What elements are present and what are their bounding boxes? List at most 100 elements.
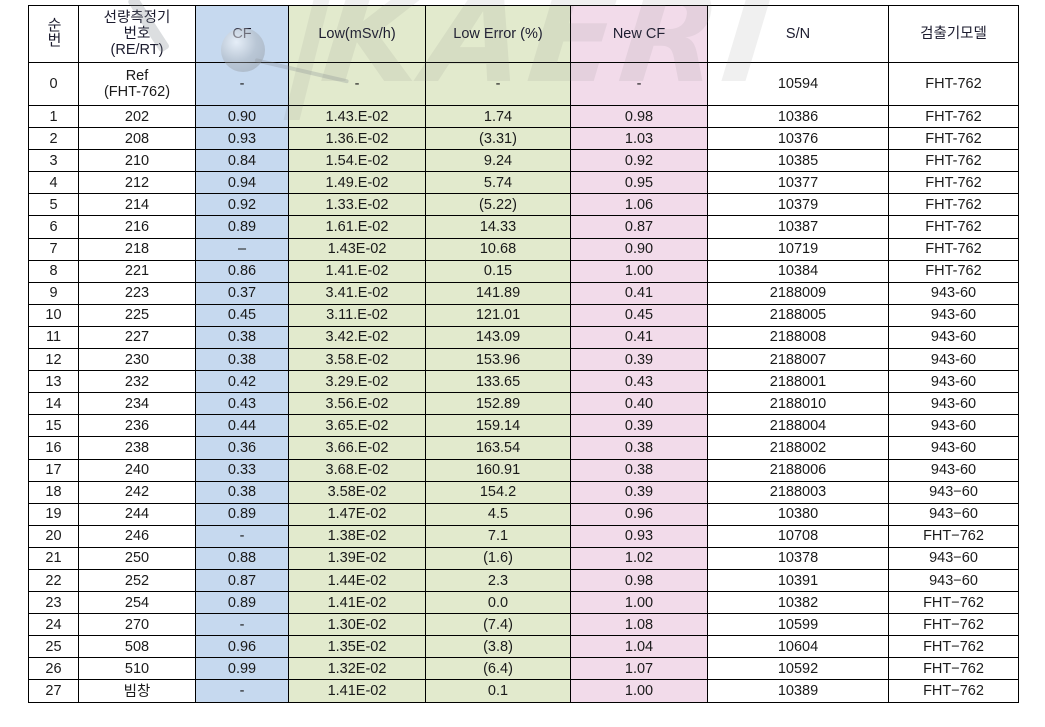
cell-new-cf: 1.00 bbox=[570, 591, 708, 615]
cell-cf: 0.89 bbox=[195, 502, 289, 526]
cell-cf: 0.90 bbox=[195, 104, 289, 129]
column-header-model: 검출기모델 bbox=[888, 5, 1019, 63]
cell-cf: 0.84 bbox=[195, 149, 289, 173]
table-row-reference: 0 Ref (FHT-762) - - - - 10594 FHT-762 bbox=[28, 62, 1019, 106]
cell-serial: 10708 bbox=[707, 524, 889, 548]
cell-low: 1.61.E-02 bbox=[288, 215, 426, 239]
cell-sequence: 17 bbox=[28, 458, 79, 482]
table-row: 1 202 0.90 1.43.E-02 1.74 0.98 10386 FHT-762 bbox=[28, 104, 1019, 129]
cell-model: 943−60 bbox=[888, 568, 1019, 593]
cell-low-error: - bbox=[425, 62, 571, 106]
cell-sequence: 13 bbox=[28, 370, 79, 394]
cell-sequence: 21 bbox=[28, 546, 79, 570]
cell-dosimeter-id: 252 bbox=[78, 568, 196, 593]
cell-low: 3.29.E-02 bbox=[288, 370, 426, 394]
header-row: 순번 선량측정기 번호 (RE/RT) CF Low(mSv/h) Low Er… bbox=[28, 5, 1019, 63]
table-row: 19 244 0.89 1.47E-02 4.5 0.96 10380 943−60 bbox=[28, 502, 1019, 526]
cell-low-error: 141.89 bbox=[425, 281, 571, 305]
cell-new-cf: 0.98 bbox=[570, 568, 708, 593]
cell-sequence: 10 bbox=[28, 303, 79, 327]
cell-sequence: 24 bbox=[28, 613, 79, 637]
cell-low: 1.33.E-02 bbox=[288, 193, 426, 217]
cell-dosimeter-id: 238 bbox=[78, 436, 196, 460]
cell-cf: 0.45 bbox=[195, 303, 289, 327]
cell-model: 943-60 bbox=[888, 348, 1019, 372]
cell-model: 943-60 bbox=[888, 325, 1019, 350]
cell-low-error: 154.2 bbox=[425, 480, 571, 504]
cell-dosimeter-id: 244 bbox=[78, 502, 196, 526]
cell-dosimeter-id: Ref (FHT-762) bbox=[78, 62, 196, 106]
cell-serial: 10378 bbox=[707, 546, 889, 570]
cell-low: 1.54.E-02 bbox=[288, 149, 426, 173]
cell-new-cf: 0.38 bbox=[570, 436, 708, 460]
cell-model: 943-60 bbox=[888, 370, 1019, 394]
table-row: 24 270-1.30E-02 (7.4) 1.08 10599 FHT−762 bbox=[28, 613, 1019, 637]
cell-new-cf: 0.43 bbox=[570, 370, 708, 394]
cell-low-error: 163.54 bbox=[425, 436, 571, 460]
cell-new-cf: 1.00 bbox=[570, 679, 708, 703]
cell-serial: 10391 bbox=[707, 568, 889, 593]
cell-sequence: 25 bbox=[28, 635, 79, 659]
table-row: 13 232 0.42 3.29.E-02 133.65 0.43 2188001 943-6… bbox=[28, 370, 1019, 394]
cell-new-cf: 0.39 bbox=[570, 480, 708, 504]
cell-model: 943-60 bbox=[888, 392, 1019, 416]
column-header-serial: S/N bbox=[707, 5, 889, 63]
column-header-sequence-label: 순번 bbox=[45, 16, 62, 47]
cell-cf: - bbox=[195, 524, 289, 548]
cell-serial: 10384 bbox=[707, 259, 889, 283]
cell-low-error: 133.65 bbox=[425, 370, 571, 394]
cell-low: 3.58E-02 bbox=[288, 480, 426, 504]
cell-cf: 0.88 bbox=[195, 546, 289, 570]
cell-dosimeter-id-line1: Ref bbox=[125, 67, 149, 84]
table-row: 26 510 0.99 1.32E-02 (6.4) 1.07 10592 FHT−762 bbox=[28, 657, 1019, 681]
cell-sequence: 23 bbox=[28, 591, 79, 615]
cell-model: FHT-762 bbox=[888, 171, 1019, 195]
cell-low: 3.11.E-02 bbox=[288, 303, 426, 327]
cell-low: 1.44E-02 bbox=[288, 568, 426, 593]
table-row: 4 212 0.94 1.49.E-02 5.74 0.95 10377 FHT-762 bbox=[28, 171, 1019, 195]
cell-dosimeter-id: 236 bbox=[78, 414, 196, 438]
cell-sequence: 11 bbox=[28, 325, 79, 350]
cell-sequence: 20 bbox=[28, 524, 79, 548]
cell-low-error: 14.33 bbox=[425, 215, 571, 239]
cell-cf: 0.36 bbox=[195, 436, 289, 460]
cell-model: 943-60 bbox=[888, 414, 1019, 438]
cell-sequence: 3 bbox=[28, 149, 79, 173]
cell-cf: 0.89 bbox=[195, 215, 289, 239]
cell-low: 1.41E-02 bbox=[288, 679, 426, 703]
cell-dosimeter-id: 208 bbox=[78, 127, 196, 151]
cell-serial: 10599 bbox=[707, 613, 889, 637]
cell-new-cf: 0.96 bbox=[570, 502, 708, 526]
cell-low-error: 4.5 bbox=[425, 502, 571, 526]
cell-serial: 2188010 bbox=[707, 392, 889, 416]
cell-new-cf: 0.38 bbox=[570, 458, 708, 482]
cell-cf: 0.86 bbox=[195, 259, 289, 283]
cell-sequence: 0 bbox=[28, 62, 79, 106]
cell-model: FHT-762 bbox=[888, 215, 1019, 239]
table-row: 8 221 0.86 1.41.E-02 0.15 1.00 10384 FHT-762 bbox=[28, 259, 1019, 283]
table-row: 20 246-1.38E-02 7.1 0.93 10708 FHT−762 bbox=[28, 524, 1019, 548]
cell-serial: 2188006 bbox=[707, 458, 889, 482]
cell-low-error: 0.15 bbox=[425, 259, 571, 283]
cell-low: 1.32E-02 bbox=[288, 657, 426, 681]
column-header-new-cf: New CF bbox=[570, 5, 708, 63]
cell-model: 943-60 bbox=[888, 281, 1019, 305]
cell-serial: 10386 bbox=[707, 104, 889, 129]
cell-low-error: 2.3 bbox=[425, 568, 571, 593]
cell-dosimeter-id: 270 bbox=[78, 613, 196, 637]
cell-serial: 10387 bbox=[707, 215, 889, 239]
cell-low-error: 152.89 bbox=[425, 392, 571, 416]
column-header-dosimeter-id: 선량측정기 번호 (RE/RT) bbox=[78, 5, 196, 63]
cell-low-error: 160.91 bbox=[425, 458, 571, 482]
table-row: 16 238 0.36 3.66.E-02 163.54 0.38 2188002 943-6… bbox=[28, 436, 1019, 460]
cell-cf: 0.38 bbox=[195, 325, 289, 350]
cell-cf: 0.87 bbox=[195, 568, 289, 593]
cell-model: FHT−762 bbox=[888, 613, 1019, 637]
cell-sequence: 4 bbox=[28, 171, 79, 195]
cell-model: 943−60 bbox=[888, 502, 1019, 526]
cell-cf: 0.43 bbox=[195, 392, 289, 416]
cell-model: 943−60 bbox=[888, 546, 1019, 570]
column-header-dosimeter-id-line1: 선량측정기 bbox=[103, 9, 171, 26]
cell-serial: 2188005 bbox=[707, 303, 889, 327]
cell-sequence: 14 bbox=[28, 392, 79, 416]
